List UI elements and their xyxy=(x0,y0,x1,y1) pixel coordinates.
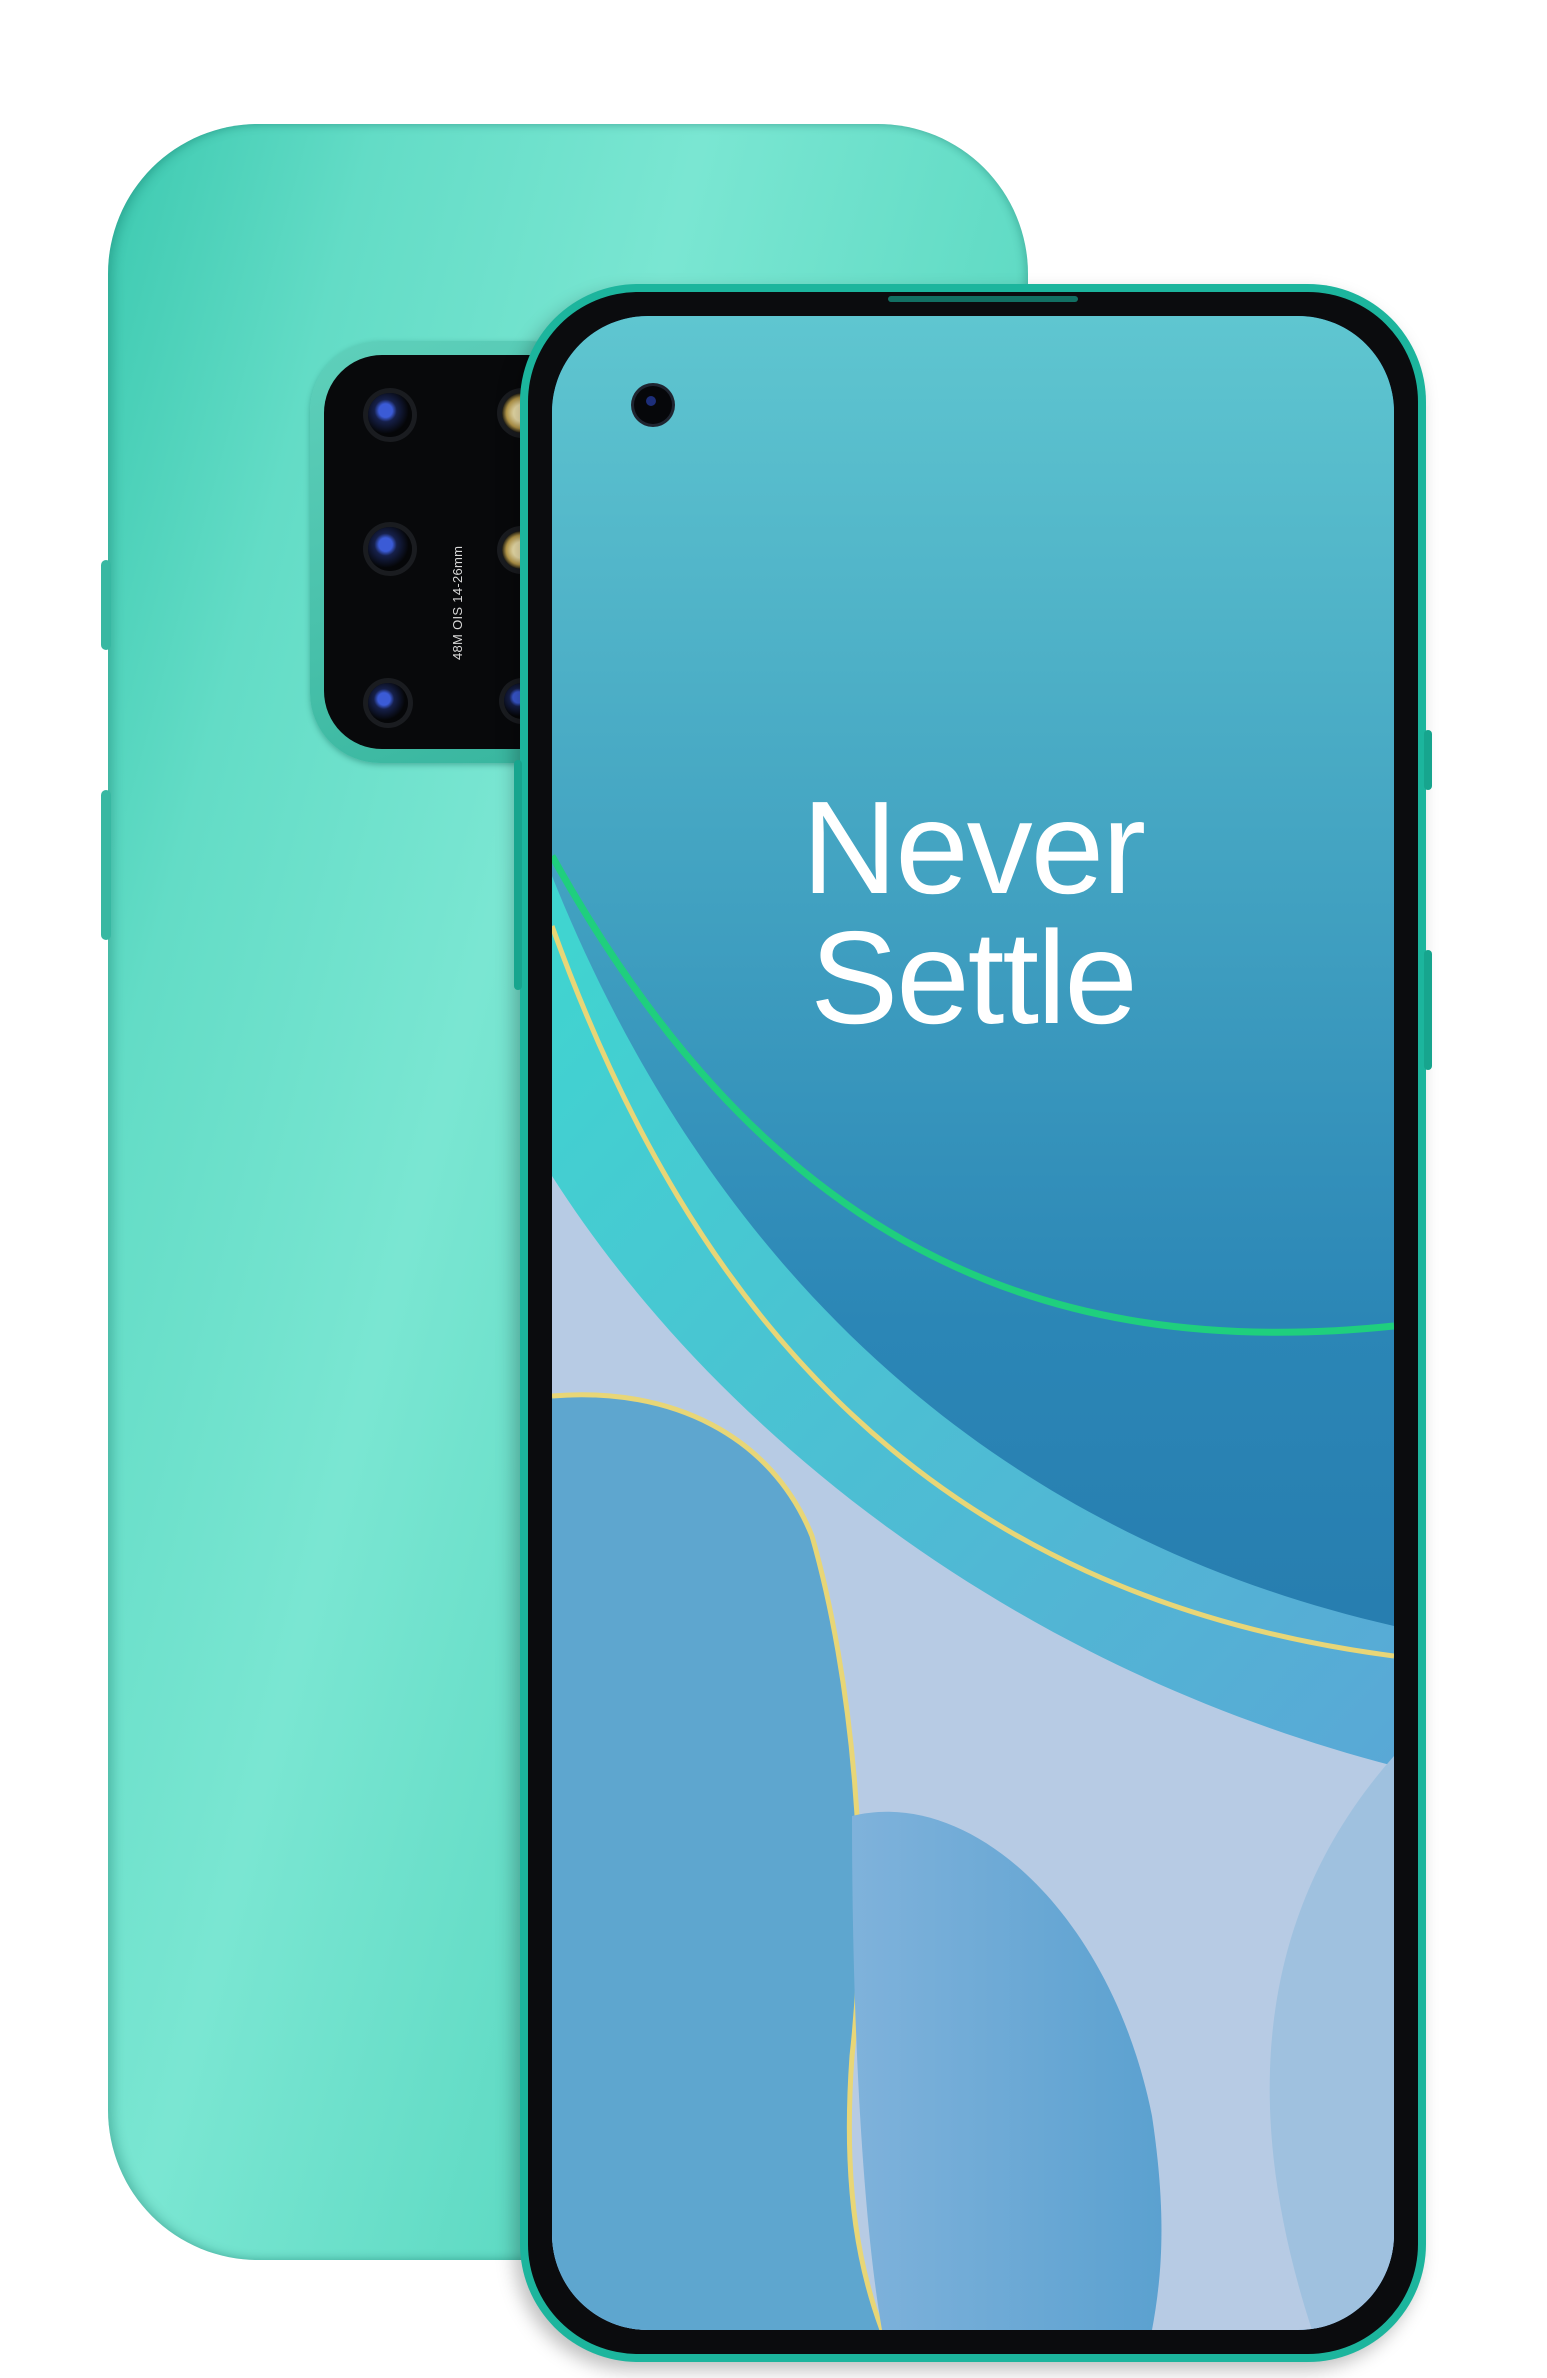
wide-lens xyxy=(368,393,412,437)
back-volume-button xyxy=(101,560,111,650)
macro-lens xyxy=(368,683,408,723)
main-lens xyxy=(368,527,412,571)
slogan-line-2: Settle xyxy=(810,904,1138,1051)
front-camera-icon xyxy=(634,386,672,424)
power-button xyxy=(1424,730,1432,790)
slogan-line-1: Never xyxy=(801,774,1146,921)
front-left-button xyxy=(514,760,522,990)
earpiece-speaker xyxy=(888,296,1078,302)
front-bezel: Never Settle xyxy=(528,292,1418,2354)
phone-front: Never Settle xyxy=(520,284,1426,2362)
wallpaper xyxy=(552,316,1394,2330)
alert-slider xyxy=(1424,950,1432,1070)
display-screen: Never Settle xyxy=(552,316,1394,2330)
back-side-button xyxy=(101,790,111,940)
camera-spec-label: 48M OIS 14-26mm xyxy=(450,545,465,660)
